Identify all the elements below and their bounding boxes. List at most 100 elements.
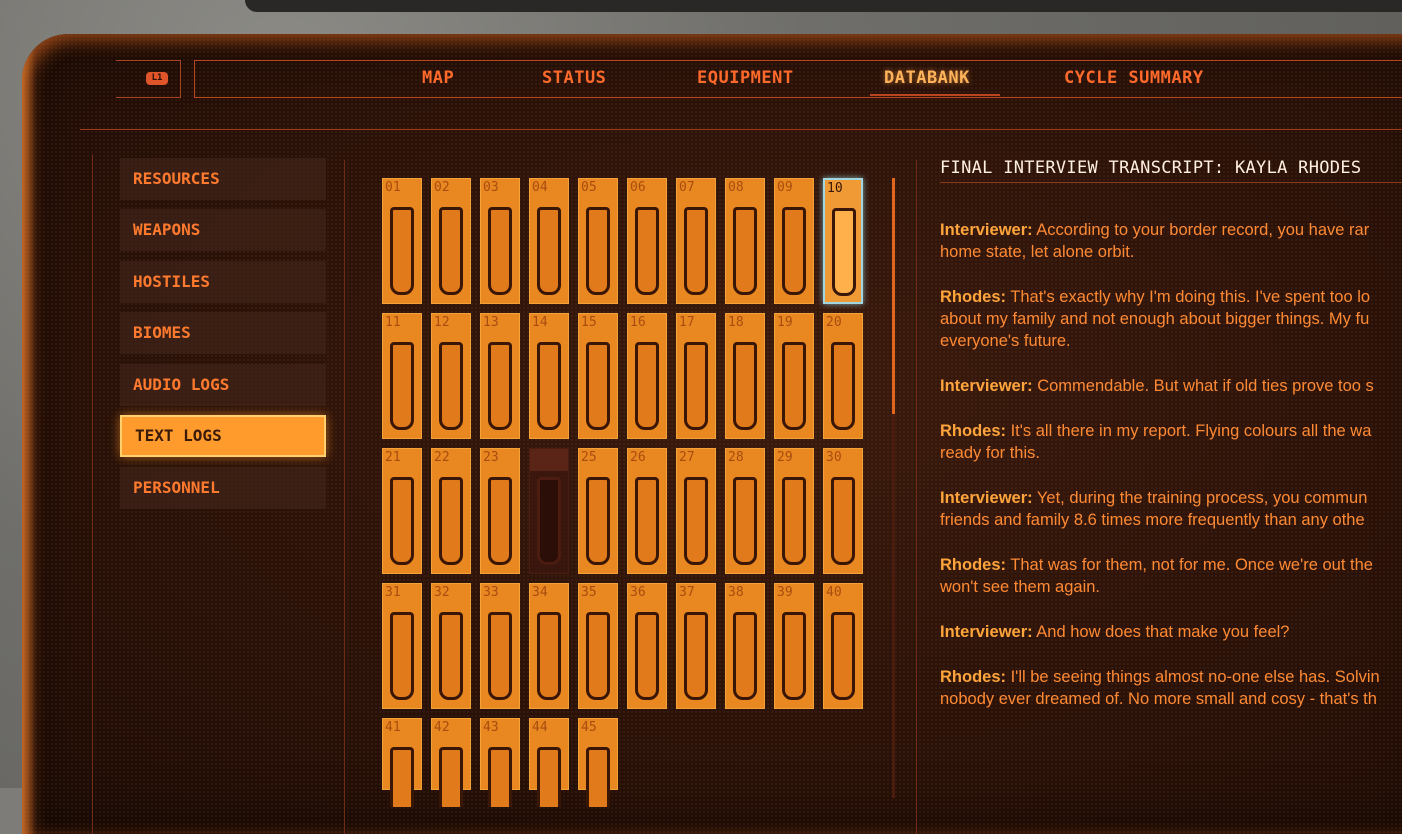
log-slot-21[interactable]: 21: [382, 448, 422, 574]
log-slot-16[interactable]: 16: [627, 313, 667, 439]
tab-databank[interactable]: DATABANK: [884, 66, 970, 90]
speaker-label: Rhodes:: [940, 422, 1006, 440]
log-slot-icon: [586, 612, 610, 700]
speaker-label: Interviewer:: [940, 377, 1033, 395]
active-tab-underline: [870, 94, 1000, 96]
log-slot-30[interactable]: 30: [823, 448, 863, 574]
log-slot-28[interactable]: 28: [725, 448, 765, 574]
transcript-text: friends and family 8.6 times more freque…: [940, 511, 1365, 529]
log-number: 22: [434, 450, 450, 465]
log-slot-29[interactable]: 29: [774, 448, 814, 574]
log-slot-40[interactable]: 40: [823, 583, 863, 709]
log-slot-icon: [831, 612, 855, 700]
transcript-title-rule: [940, 182, 1402, 183]
log-number: 34: [532, 585, 548, 600]
log-slot-26[interactable]: 26: [627, 448, 667, 574]
category-weapons[interactable]: WEAPONS: [120, 209, 326, 251]
transcript-line: Rhodes: That's exactly why I'm doing thi…: [940, 286, 1402, 308]
transcript-entry: Interviewer: Yet, during the training pr…: [940, 487, 1402, 531]
log-slot-23[interactable]: 23: [480, 448, 520, 574]
log-number: 29: [777, 450, 793, 465]
screen-edge-glow: [22, 34, 36, 834]
log-slot-13[interactable]: 13: [480, 313, 520, 439]
log-slot-icon: [488, 342, 512, 430]
log-slot-32[interactable]: 32: [431, 583, 471, 709]
log-slot-09[interactable]: 09: [774, 178, 814, 304]
category-audio-logs[interactable]: AUDIO LOGS: [120, 364, 326, 406]
log-slot-36[interactable]: 36: [627, 583, 667, 709]
log-slot-06[interactable]: 06: [627, 178, 667, 304]
log-slot-42[interactable]: 42: [431, 718, 471, 807]
log-number: 08: [728, 180, 744, 195]
log-slot-14[interactable]: 14: [529, 313, 569, 439]
log-number: 45: [581, 720, 597, 735]
log-slot-19[interactable]: 19: [774, 313, 814, 439]
log-slot-08[interactable]: 08: [725, 178, 765, 304]
tab-cycle-summary[interactable]: CYCLE SUMMARY: [1064, 66, 1204, 90]
category-hostiles[interactable]: HOSTILES: [120, 261, 326, 303]
log-slot-27[interactable]: 27: [676, 448, 716, 574]
category-resources[interactable]: RESOURCES: [120, 158, 326, 200]
log-slot-01[interactable]: 01: [382, 178, 422, 304]
tab-equipment[interactable]: EQUIPMENT: [697, 66, 794, 90]
transcript-line: Interviewer: And how does that make you …: [940, 621, 1402, 643]
category-text-logs[interactable]: TEXT LOGS: [120, 415, 326, 457]
transcript-line: friends and family 8.6 times more freque…: [940, 509, 1402, 531]
log-number: 28: [728, 450, 744, 465]
log-slot-44[interactable]: 44: [529, 718, 569, 807]
log-slot-33[interactable]: 33: [480, 583, 520, 709]
log-slot-04[interactable]: 04: [529, 178, 569, 304]
log-slot-25[interactable]: 25: [578, 448, 618, 574]
log-slot-38[interactable]: 38: [725, 583, 765, 709]
log-slot-39[interactable]: 39: [774, 583, 814, 709]
log-slot-icon: [488, 477, 512, 565]
log-slot-05[interactable]: 05: [578, 178, 618, 304]
log-slot-11[interactable]: 11: [382, 313, 422, 439]
log-number: 27: [679, 450, 695, 465]
speaker-label: Interviewer:: [940, 623, 1033, 641]
log-number: 03: [483, 180, 499, 195]
log-slot-20[interactable]: 20: [823, 313, 863, 439]
log-number: 30: [826, 450, 842, 465]
grid-scrollbar-thumb[interactable]: [892, 178, 895, 414]
log-slot-icon: [635, 342, 659, 430]
log-slot-empty: [529, 448, 569, 574]
transcript-text: I'll be seeing things almost no-one else…: [1006, 668, 1380, 686]
log-slot-41[interactable]: 41: [382, 718, 422, 807]
log-slot-icon: [586, 477, 610, 565]
log-slot-03[interactable]: 03: [480, 178, 520, 304]
log-slot-icon: [733, 207, 757, 295]
log-slot-35[interactable]: 35: [578, 583, 618, 709]
log-slot-17[interactable]: 17: [676, 313, 716, 439]
log-number: 42: [434, 720, 450, 735]
log-slot-07[interactable]: 07: [676, 178, 716, 304]
transcript-title: FINAL INTERVIEW TRANSCRIPT: KAYLA RHODES: [940, 158, 1362, 178]
log-slot-31[interactable]: 31: [382, 583, 422, 709]
transcript-text: According to your border record, you hav…: [1032, 221, 1370, 239]
tab-status[interactable]: STATUS: [542, 66, 606, 90]
log-slot-45[interactable]: 45: [578, 718, 618, 807]
transcript-text: That's exactly why I'm doing this. I've …: [1006, 288, 1371, 306]
category-personnel[interactable]: PERSONNEL: [120, 467, 326, 509]
log-slot-icon: [831, 342, 855, 430]
log-slot-15[interactable]: 15: [578, 313, 618, 439]
log-slot-02[interactable]: 02: [431, 178, 471, 304]
log-slot-icon: [782, 207, 806, 295]
speaker-label: Interviewer:: [940, 489, 1033, 507]
log-slot-18[interactable]: 18: [725, 313, 765, 439]
l1-bumper-icon[interactable]: L1: [146, 72, 168, 85]
transcript-line: ready for this.: [940, 442, 1402, 464]
log-number: 43: [483, 720, 499, 735]
log-slot-34[interactable]: 34: [529, 583, 569, 709]
log-slot-43[interactable]: 43: [480, 718, 520, 807]
log-slot-22[interactable]: 22: [431, 448, 471, 574]
category-biomes[interactable]: BIOMES: [120, 312, 326, 354]
tab-map[interactable]: MAP: [422, 66, 454, 90]
log-slot-37[interactable]: 37: [676, 583, 716, 709]
log-number: 23: [483, 450, 499, 465]
log-slot-10[interactable]: 10: [823, 178, 863, 304]
transcript-text: everyone's future.: [940, 332, 1071, 350]
log-number: 13: [483, 315, 499, 330]
log-slot-12[interactable]: 12: [431, 313, 471, 439]
log-number: 06: [630, 180, 646, 195]
